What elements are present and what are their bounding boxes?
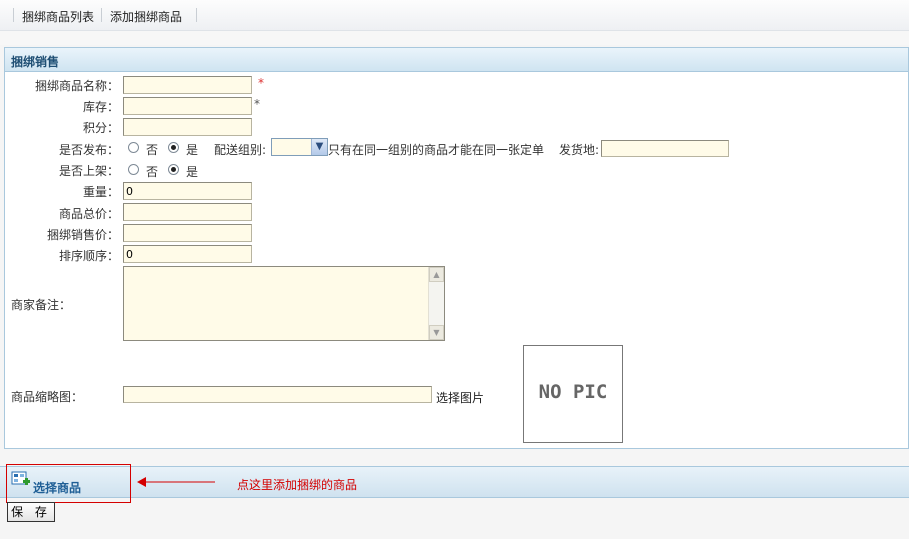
no-pic-text: NO PIC (538, 381, 608, 403)
delivery-group-note: 只有在同一组别的商品才能在同一张定单 (328, 143, 545, 157)
spacer (0, 31, 909, 45)
total-price-input[interactable] (123, 203, 252, 221)
tab-add-bundle[interactable]: 添加捆绑商品 (110, 8, 182, 25)
save-button[interactable]: 保 存 (7, 502, 55, 522)
publish-label: 是否发布： (58, 143, 119, 157)
publish-no-label: 否 (146, 143, 159, 157)
choose-image-button[interactable]: 选择图片 (436, 389, 484, 406)
highlight-box (6, 464, 131, 503)
bundle-name-input[interactable] (123, 76, 252, 94)
chevron-down-icon[interactable]: ▼ (311, 139, 327, 155)
bundle-price-label: 捆绑销售价： (46, 228, 119, 242)
top-tab-bar: 捆绑商品列表 添加捆绑商品 (0, 0, 909, 31)
bundle-form-panel: 捆绑销售 捆绑商品名称： * 库存： * 积分： 是否发布： 否 是 配送组别:… (4, 47, 909, 449)
panel-header: 捆绑销售 (5, 48, 908, 72)
delivery-group-select[interactable]: ▼ (271, 138, 328, 156)
tab-separator (101, 8, 102, 22)
onshelf-no-label: 否 (146, 165, 159, 179)
scrollbar[interactable]: ▲ ▼ (428, 267, 444, 340)
weight-label: 重量： (82, 185, 119, 199)
tab-bundle-list[interactable]: 捆绑商品列表 (22, 8, 94, 25)
scroll-down-icon[interactable]: ▼ (429, 325, 444, 340)
onshelf-yes-radio[interactable] (168, 164, 179, 175)
scroll-up-icon[interactable]: ▲ (429, 267, 444, 282)
add-goods-hint: 点这里添加捆绑的商品 (237, 478, 358, 492)
delivery-group-label: 配送组别: (214, 143, 267, 157)
ship-from-label: 发货地: (559, 143, 600, 157)
total-price-label: 商品总价： (58, 207, 119, 221)
points-input[interactable] (123, 118, 252, 136)
required-mark: * (258, 76, 264, 90)
merchant-remark-textarea[interactable]: ▲ ▼ (123, 266, 445, 341)
bundle-price-input[interactable] (123, 224, 252, 242)
points-label: 积分： (82, 121, 119, 135)
stock-input[interactable] (123, 97, 252, 115)
sort-label: 排序顺序： (58, 249, 119, 263)
sort-order-input[interactable] (123, 245, 252, 263)
onshelf-no-radio[interactable] (128, 164, 139, 175)
panel-title: 捆绑销售 (11, 55, 60, 69)
weight-input[interactable] (123, 182, 252, 200)
ship-from-input[interactable] (601, 140, 729, 157)
thumbnail-path-input[interactable] (123, 386, 432, 403)
required-mark: * (254, 97, 260, 111)
onshelf-label: 是否上架： (58, 164, 119, 178)
remark-label: 商家备注： (11, 298, 72, 312)
tab-separator (13, 8, 14, 22)
thumbnail-preview: NO PIC (523, 345, 623, 443)
tab-separator (196, 8, 197, 22)
publish-yes-radio[interactable] (168, 142, 179, 153)
publish-yes-label: 是 (186, 143, 199, 157)
stock-label: 库存： (82, 100, 119, 114)
publish-no-radio[interactable] (128, 142, 139, 153)
name-label: 捆绑商品名称： (34, 79, 119, 93)
thumbnail-label: 商品缩略图： (11, 390, 84, 404)
pointer-arrow-icon (137, 477, 215, 487)
onshelf-yes-label: 是 (186, 165, 199, 179)
